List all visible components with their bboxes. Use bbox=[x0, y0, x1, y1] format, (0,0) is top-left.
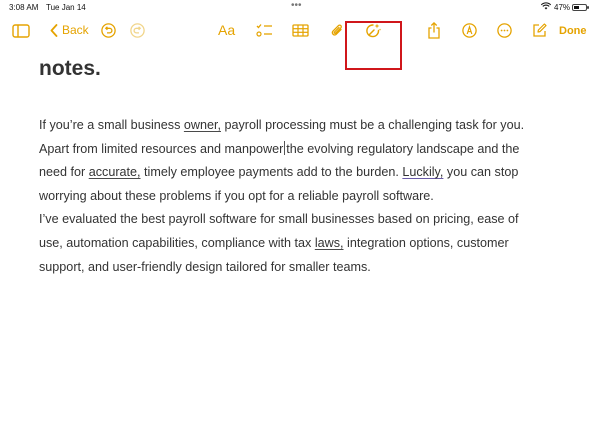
battery-percent: 47% bbox=[554, 3, 571, 12]
note-line[interactable]: support, and user-friendly design tailor… bbox=[39, 256, 559, 280]
note-text: use, automation capabilities, compliance… bbox=[39, 235, 315, 250]
chevron-left-icon bbox=[50, 23, 58, 37]
note-text: worrying about these problems if you opt… bbox=[39, 188, 434, 203]
note-line[interactable]: If you’re a small business owner, payrol… bbox=[39, 114, 559, 138]
status-time: 3:08 AM bbox=[9, 3, 39, 12]
note-text: the evolving regulatory landscape and th… bbox=[286, 141, 520, 156]
redo-icon bbox=[130, 23, 145, 38]
share-button[interactable] bbox=[427, 22, 441, 39]
wifi-icon bbox=[540, 2, 552, 12]
note-text: need for bbox=[39, 165, 89, 180]
checklist-button[interactable] bbox=[256, 23, 273, 38]
markup-button[interactable] bbox=[462, 23, 477, 38]
battery-fill bbox=[574, 6, 579, 9]
note-line[interactable]: use, automation capabilities, compliance… bbox=[39, 232, 559, 256]
new-note-button[interactable] bbox=[532, 23, 547, 38]
more-button[interactable] bbox=[497, 23, 512, 38]
apple-intelligence-icon bbox=[366, 23, 382, 38]
sidebar-toggle-button[interactable] bbox=[12, 24, 30, 38]
compose-icon bbox=[533, 23, 547, 37]
writing-tools-button[interactable] bbox=[364, 22, 382, 40]
note-title[interactable]: notes. bbox=[39, 57, 101, 81]
spell-underlined-word: Luckily, bbox=[402, 165, 444, 180]
note-line[interactable]: Apart from limited resources and manpowe… bbox=[39, 138, 559, 162]
note-body[interactable]: If you’re a small business owner, payrol… bbox=[39, 114, 559, 279]
note-text: timely employee payments add to the burd… bbox=[140, 165, 403, 180]
table-button[interactable] bbox=[292, 24, 309, 37]
text-format-button[interactable]: Aa bbox=[218, 22, 235, 38]
checklist-icon bbox=[256, 24, 272, 37]
note-line[interactable]: I’ve evaluated the best payroll software… bbox=[39, 208, 559, 232]
undo-icon bbox=[101, 23, 116, 38]
spell-underlined-word: owner, bbox=[183, 118, 221, 132]
redo-button[interactable] bbox=[130, 23, 145, 38]
back-button[interactable]: Back bbox=[50, 23, 89, 37]
spell-underlined-word: laws, bbox=[314, 235, 344, 250]
note-text: support, and user-friendly design tailor… bbox=[39, 259, 371, 274]
status-date: Tue Jan 14 bbox=[46, 3, 86, 12]
note-line[interactable]: need for accurate, timely employee payme… bbox=[39, 161, 559, 185]
note-text: I’ve evaluated the best payroll software… bbox=[39, 212, 519, 227]
share-icon bbox=[428, 22, 440, 39]
done-button[interactable]: Done bbox=[559, 25, 587, 37]
back-label: Back bbox=[62, 23, 89, 37]
spell-underlined-word: accurate, bbox=[88, 165, 141, 180]
table-icon bbox=[292, 24, 309, 37]
status-bar: 3:08 AM Tue Jan 14 ••• 47% bbox=[0, 0, 599, 14]
note-text: If you’re a small business bbox=[39, 118, 184, 132]
markup-icon bbox=[462, 23, 477, 38]
attachment-button[interactable] bbox=[330, 23, 344, 39]
note-text: Apart from limited resources and manpowe… bbox=[39, 141, 284, 156]
undo-button[interactable] bbox=[101, 23, 116, 38]
paperclip-icon bbox=[331, 24, 342, 36]
toolbar: Back Aa Done bbox=[0, 14, 599, 70]
note-text: integration options, customer bbox=[343, 235, 509, 250]
note-text: payroll processing must be a challenging… bbox=[221, 118, 525, 132]
battery-icon bbox=[572, 4, 589, 11]
note-text: you can stop bbox=[443, 165, 519, 180]
multitask-dots[interactable]: ••• bbox=[291, 0, 302, 11]
note-line[interactable]: worrying about these problems if you opt… bbox=[39, 185, 559, 209]
sidebar-icon bbox=[12, 24, 30, 38]
more-icon bbox=[497, 23, 512, 38]
